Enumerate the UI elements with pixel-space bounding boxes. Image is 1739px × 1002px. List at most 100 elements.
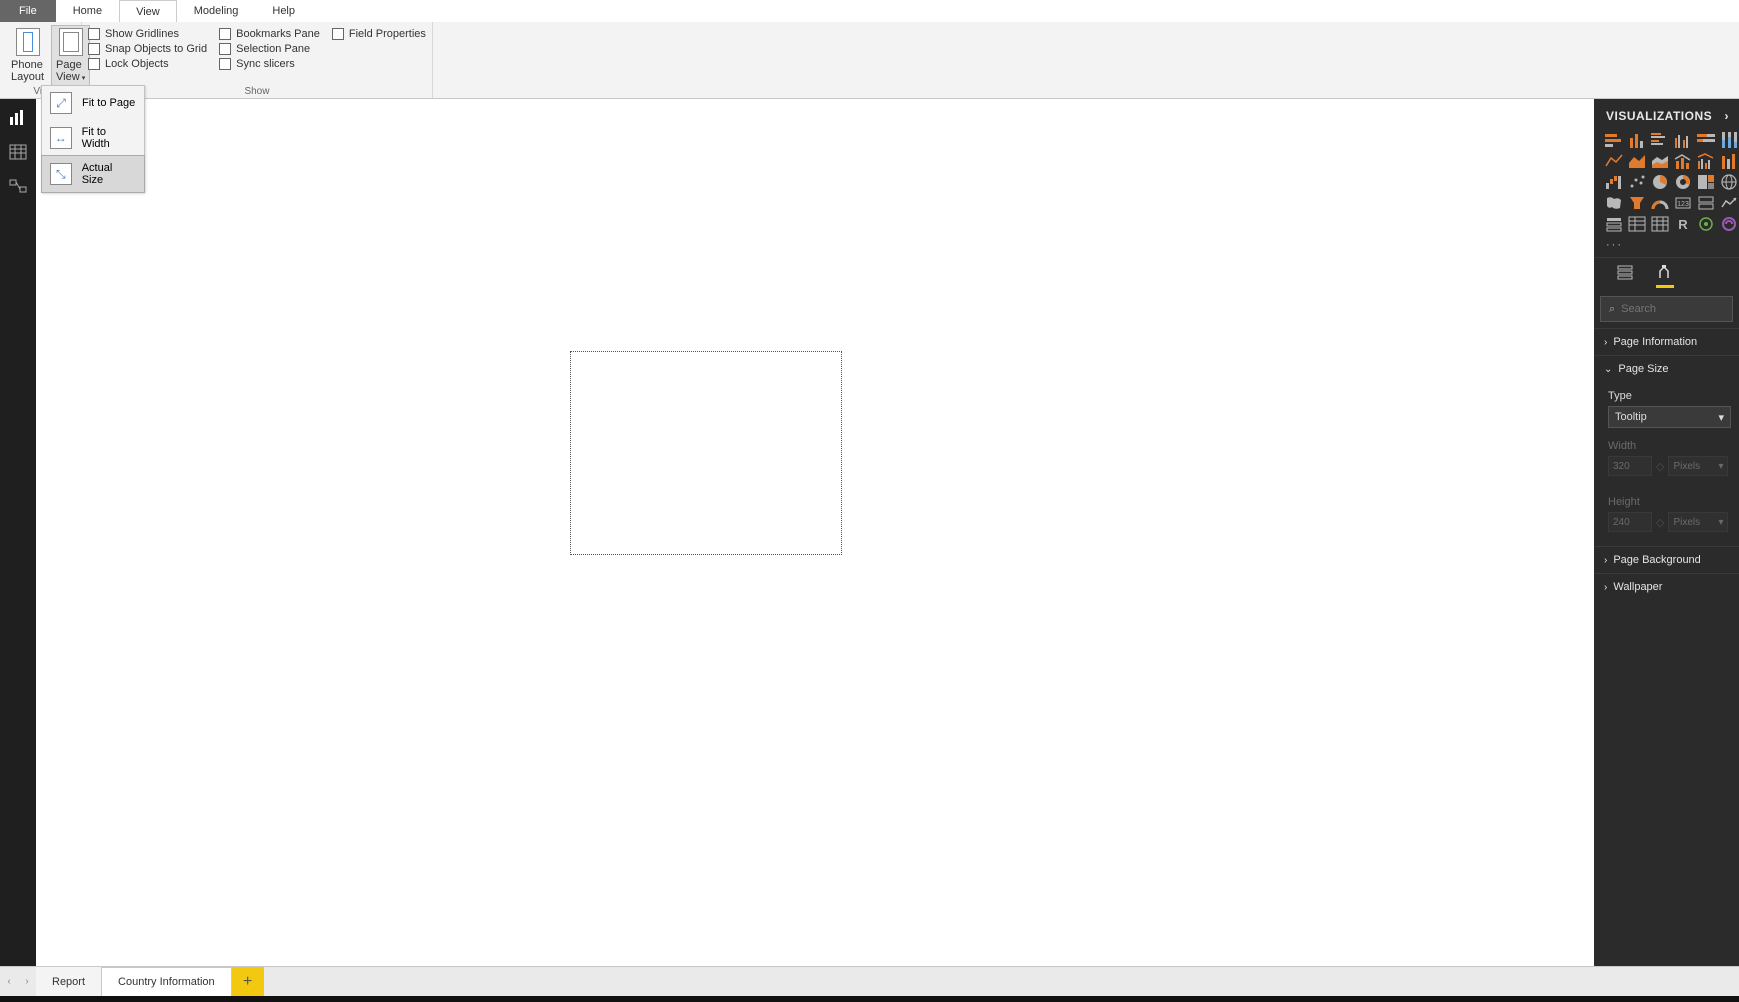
sheet-tab-country-information[interactable]: Country Information xyxy=(102,967,232,996)
collapse-panel-icon[interactable]: › xyxy=(1725,109,1730,123)
page-information-section[interactable]: ›Page Information xyxy=(1594,328,1739,355)
report-canvas[interactable] xyxy=(36,99,1594,966)
chevron-right-icon: › xyxy=(1604,337,1607,348)
menu-bar: File Home View Modeling Help xyxy=(0,0,1739,22)
page-view-label: PageView▾ xyxy=(56,59,85,85)
footer-strip xyxy=(0,996,1739,1002)
sheet-nav-prev[interactable]: ‹ xyxy=(0,967,18,996)
height-unit-select: Pixels▾ xyxy=(1668,512,1728,532)
ribbon-chart-icon[interactable] xyxy=(1719,152,1739,170)
svg-text:123: 123 xyxy=(1677,201,1689,208)
visualization-gallery: 123 R xyxy=(1594,131,1739,237)
menu-file[interactable]: File xyxy=(0,0,56,22)
fields-tab-icon[interactable] xyxy=(1616,264,1634,288)
filled-map-icon[interactable] xyxy=(1604,194,1624,212)
checkbox-icon xyxy=(219,28,231,40)
matrix-icon[interactable] xyxy=(1650,215,1670,233)
selection-pane-checkbox[interactable]: Selection Pane xyxy=(219,43,320,55)
menu-home[interactable]: Home xyxy=(56,0,119,22)
model-view-icon[interactable] xyxy=(8,177,28,195)
menu-help[interactable]: Help xyxy=(255,0,312,22)
custom-visual-icon[interactable] xyxy=(1719,215,1739,233)
format-tabs xyxy=(1594,257,1739,288)
fit-to-width-option[interactable]: ↔ Fit to Width xyxy=(42,120,144,156)
actual-size-option[interactable]: ⤡ Actual Size xyxy=(41,155,145,193)
line-chart-icon[interactable] xyxy=(1604,152,1624,170)
treemap-icon[interactable] xyxy=(1696,173,1716,191)
height-label: Height xyxy=(1608,496,1739,508)
more-visuals-button[interactable]: ··· xyxy=(1594,237,1739,257)
slicer-icon[interactable] xyxy=(1604,215,1624,233)
clustered-bar-icon[interactable] xyxy=(1650,131,1670,149)
visualizations-panel: VISUALIZATIONS › 123 xyxy=(1594,99,1739,966)
stacked-column-icon[interactable] xyxy=(1627,131,1647,149)
ribbon: PhoneLayout PageView▾ Vie Show Gridlines… xyxy=(0,22,1739,99)
chevron-down-icon: ⌄ xyxy=(1604,364,1612,375)
show-gridlines-checkbox[interactable]: Show Gridlines xyxy=(88,28,207,40)
menu-modeling[interactable]: Modeling xyxy=(177,0,256,22)
page-size-subpanel: Type Tooltip▾ xyxy=(1594,382,1739,434)
stacked-bar-icon[interactable] xyxy=(1604,131,1624,149)
add-sheet-button[interactable]: + xyxy=(232,967,264,996)
checkbox-icon xyxy=(88,58,100,70)
chevron-right-icon: › xyxy=(1604,555,1607,566)
page-type-select[interactable]: Tooltip▾ xyxy=(1608,406,1731,428)
actual-size-icon: ⤡ xyxy=(50,163,72,185)
page-background-section[interactable]: ›Page Background xyxy=(1594,546,1739,573)
stacked-area-icon[interactable] xyxy=(1650,152,1670,170)
hundred-stacked-column-icon[interactable] xyxy=(1719,131,1739,149)
area-chart-icon[interactable] xyxy=(1627,152,1647,170)
phone-layout-button[interactable]: PhoneLayout xyxy=(6,25,49,86)
scatter-icon[interactable] xyxy=(1627,173,1647,191)
multi-row-card-icon[interactable] xyxy=(1696,194,1716,212)
line-clustered-column-icon[interactable] xyxy=(1696,152,1716,170)
table-icon[interactable] xyxy=(1627,215,1647,233)
kpi-icon[interactable] xyxy=(1719,194,1739,212)
sheet-tab-bar: ‹ › Report Country Information + xyxy=(0,966,1739,996)
report-view-icon[interactable] xyxy=(8,109,28,127)
type-label: Type xyxy=(1608,390,1731,402)
phone-layout-icon xyxy=(16,28,40,56)
pie-icon[interactable] xyxy=(1650,173,1670,191)
snap-objects-checkbox[interactable]: Snap Objects to Grid xyxy=(88,43,207,55)
search-input[interactable] xyxy=(1621,303,1711,315)
checkbox-icon xyxy=(219,58,231,70)
gauge-icon[interactable] xyxy=(1650,194,1670,212)
clustered-column-icon[interactable] xyxy=(1673,131,1693,149)
line-column-icon[interactable] xyxy=(1673,152,1693,170)
width-label: Width xyxy=(1608,440,1739,452)
donut-icon[interactable] xyxy=(1673,173,1693,191)
svg-text:R: R xyxy=(1678,217,1688,232)
left-rail xyxy=(0,99,36,966)
page-view-icon xyxy=(59,28,83,56)
format-search[interactable]: ⌕ xyxy=(1600,296,1733,322)
chevron-right-icon: › xyxy=(1604,582,1607,593)
r-visual-icon[interactable]: R xyxy=(1673,215,1693,233)
hundred-stacked-bar-icon[interactable] xyxy=(1696,131,1716,149)
page-view-dropdown: ⤢ Fit to Page ↔ Fit to Width ⤡ Actual Si… xyxy=(41,85,145,193)
waterfall-icon[interactable] xyxy=(1604,173,1624,191)
checkbox-icon xyxy=(88,43,100,55)
width-unit-select: Pixels▾ xyxy=(1668,456,1728,476)
fit-to-page-option[interactable]: ⤢ Fit to Page xyxy=(42,86,144,120)
map-icon[interactable] xyxy=(1719,173,1739,191)
card-icon[interactable]: 123 xyxy=(1673,194,1693,212)
sheet-nav-next[interactable]: › xyxy=(18,967,36,996)
funnel-icon[interactable] xyxy=(1627,194,1647,212)
checkbox-icon xyxy=(88,28,100,40)
wallpaper-section[interactable]: ›Wallpaper xyxy=(1594,573,1739,600)
sheet-tab-report[interactable]: Report xyxy=(36,967,102,996)
arcgis-icon[interactable] xyxy=(1696,215,1716,233)
format-tab-icon[interactable] xyxy=(1656,264,1674,288)
page-artboard[interactable] xyxy=(570,351,842,555)
page-size-section[interactable]: ⌄Page Size xyxy=(1594,355,1739,382)
checkbox-icon xyxy=(219,43,231,55)
checkbox-icon xyxy=(332,28,344,40)
data-view-icon[interactable] xyxy=(8,143,28,161)
menu-view[interactable]: View xyxy=(119,0,177,22)
bookmarks-pane-checkbox[interactable]: Bookmarks Pane xyxy=(219,28,320,40)
sync-slicers-checkbox[interactable]: Sync slicers xyxy=(219,58,320,70)
lock-objects-checkbox[interactable]: Lock Objects xyxy=(88,58,207,70)
height-input: 240 xyxy=(1608,512,1652,532)
field-properties-checkbox[interactable]: Field Properties xyxy=(332,28,426,40)
